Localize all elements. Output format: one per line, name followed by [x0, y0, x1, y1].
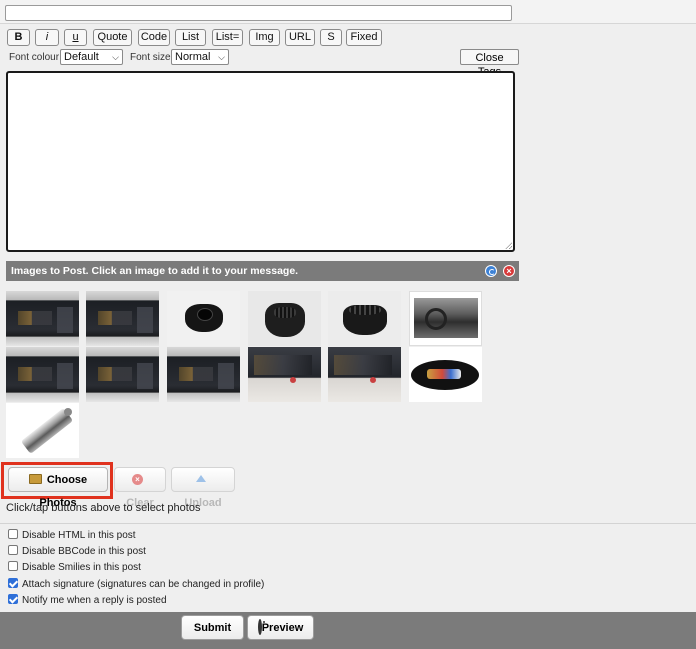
list-button[interactable]: List — [175, 29, 206, 46]
quote-button[interactable]: Quote — [93, 29, 132, 46]
italic-button[interactable]: i — [35, 29, 59, 46]
image-thumbnail[interactable] — [86, 291, 159, 346]
checkbox[interactable] — [8, 561, 18, 572]
image-thumbnail[interactable] — [6, 347, 79, 402]
fixed-button[interactable]: Fixed — [346, 29, 382, 46]
option-label: Disable BBCode in this post — [22, 546, 146, 557]
underline-button[interactable]: u — [64, 29, 87, 46]
option-label: Notify me when a reply is posted — [22, 595, 167, 606]
eye-icon — [257, 619, 262, 635]
image-thumbnail[interactable] — [86, 347, 159, 402]
option-disable-smilies[interactable]: Disable Smilies in this post — [8, 561, 141, 575]
strike-button[interactable]: S — [320, 29, 342, 46]
message-textarea[interactable] — [6, 71, 515, 252]
checkbox-checked[interactable] — [8, 578, 18, 589]
checkbox-checked[interactable] — [8, 594, 18, 605]
option-label: Disable Smilies in this post — [22, 562, 141, 573]
font-colour-select[interactable]: Default ⌵ — [60, 49, 123, 65]
remove-icon[interactable]: × — [503, 265, 515, 277]
img-button[interactable]: Img — [249, 29, 280, 46]
font-size-label: Font size — [130, 52, 171, 63]
image-thumbnail[interactable] — [248, 291, 321, 346]
option-notify-reply[interactable]: Notify me when a reply is posted — [8, 594, 167, 608]
subject-input[interactable] — [5, 5, 512, 21]
submit-button[interactable]: Submit — [181, 615, 244, 640]
font-colour-label: Font colour — [9, 52, 60, 63]
option-attach-signature[interactable]: Attach signature (signatures can be chan… — [8, 578, 264, 592]
preview-button[interactable]: Preview — [247, 615, 314, 640]
chevron-down-icon: ⌵ — [112, 52, 119, 62]
image-thumbnail[interactable] — [167, 291, 240, 346]
clear-button[interactable]: ×Clear — [114, 467, 166, 509]
folder-icon — [28, 474, 42, 485]
image-thumbnail[interactable] — [248, 347, 321, 402]
upload-arrow-icon — [195, 474, 206, 482]
font-colour-value: Default — [64, 51, 99, 63]
option-label: Attach signature (signatures can be chan… — [22, 579, 265, 590]
option-disable-bbcode[interactable]: Disable BBCode in this post — [8, 545, 146, 559]
code-button[interactable]: Code — [138, 29, 170, 46]
option-disable-html[interactable]: Disable HTML in this post — [8, 529, 136, 543]
submit-label: Submit — [193, 622, 232, 634]
image-thumbnail[interactable] — [328, 347, 401, 402]
clear-icon: × — [132, 473, 143, 485]
close-tags-button[interactable]: Close Tags — [460, 49, 519, 78]
checkbox[interactable] — [8, 529, 18, 540]
image-thumbnail[interactable] — [6, 291, 79, 346]
images-panel-header: Images to Post. Click an image to add it… — [6, 261, 519, 281]
url-button[interactable]: URL — [285, 29, 315, 46]
font-size-value: Normal — [175, 51, 211, 63]
upload-button[interactable]: Upload — [171, 467, 235, 509]
option-label: Disable HTML in this post — [22, 530, 136, 541]
divider — [0, 523, 696, 524]
image-thumbnail[interactable] — [6, 403, 79, 458]
font-size-select[interactable]: Normal ⌵ — [171, 49, 229, 65]
image-thumbnail[interactable] — [409, 291, 482, 346]
footer-bar — [0, 612, 696, 649]
choose-photos-button[interactable]: Choose Photos — [8, 467, 108, 509]
bold-button[interactable]: B — [7, 29, 30, 46]
chevron-down-icon: ⌵ — [218, 52, 225, 62]
resize-grip-icon[interactable] — [505, 242, 512, 249]
list-ordered-button[interactable]: List= — [212, 29, 243, 46]
refresh-icon[interactable] — [485, 265, 497, 277]
image-thumbnail[interactable] — [167, 347, 240, 402]
preview-label: Preview — [261, 622, 304, 634]
image-thumbnail[interactable] — [409, 347, 482, 402]
checkbox[interactable] — [8, 545, 18, 556]
image-thumbnail[interactable] — [328, 291, 401, 346]
upload-hint: Click/tap buttons above to select photos — [6, 502, 201, 514]
images-panel-title: Images to Post. Click an image to add it… — [11, 265, 299, 277]
